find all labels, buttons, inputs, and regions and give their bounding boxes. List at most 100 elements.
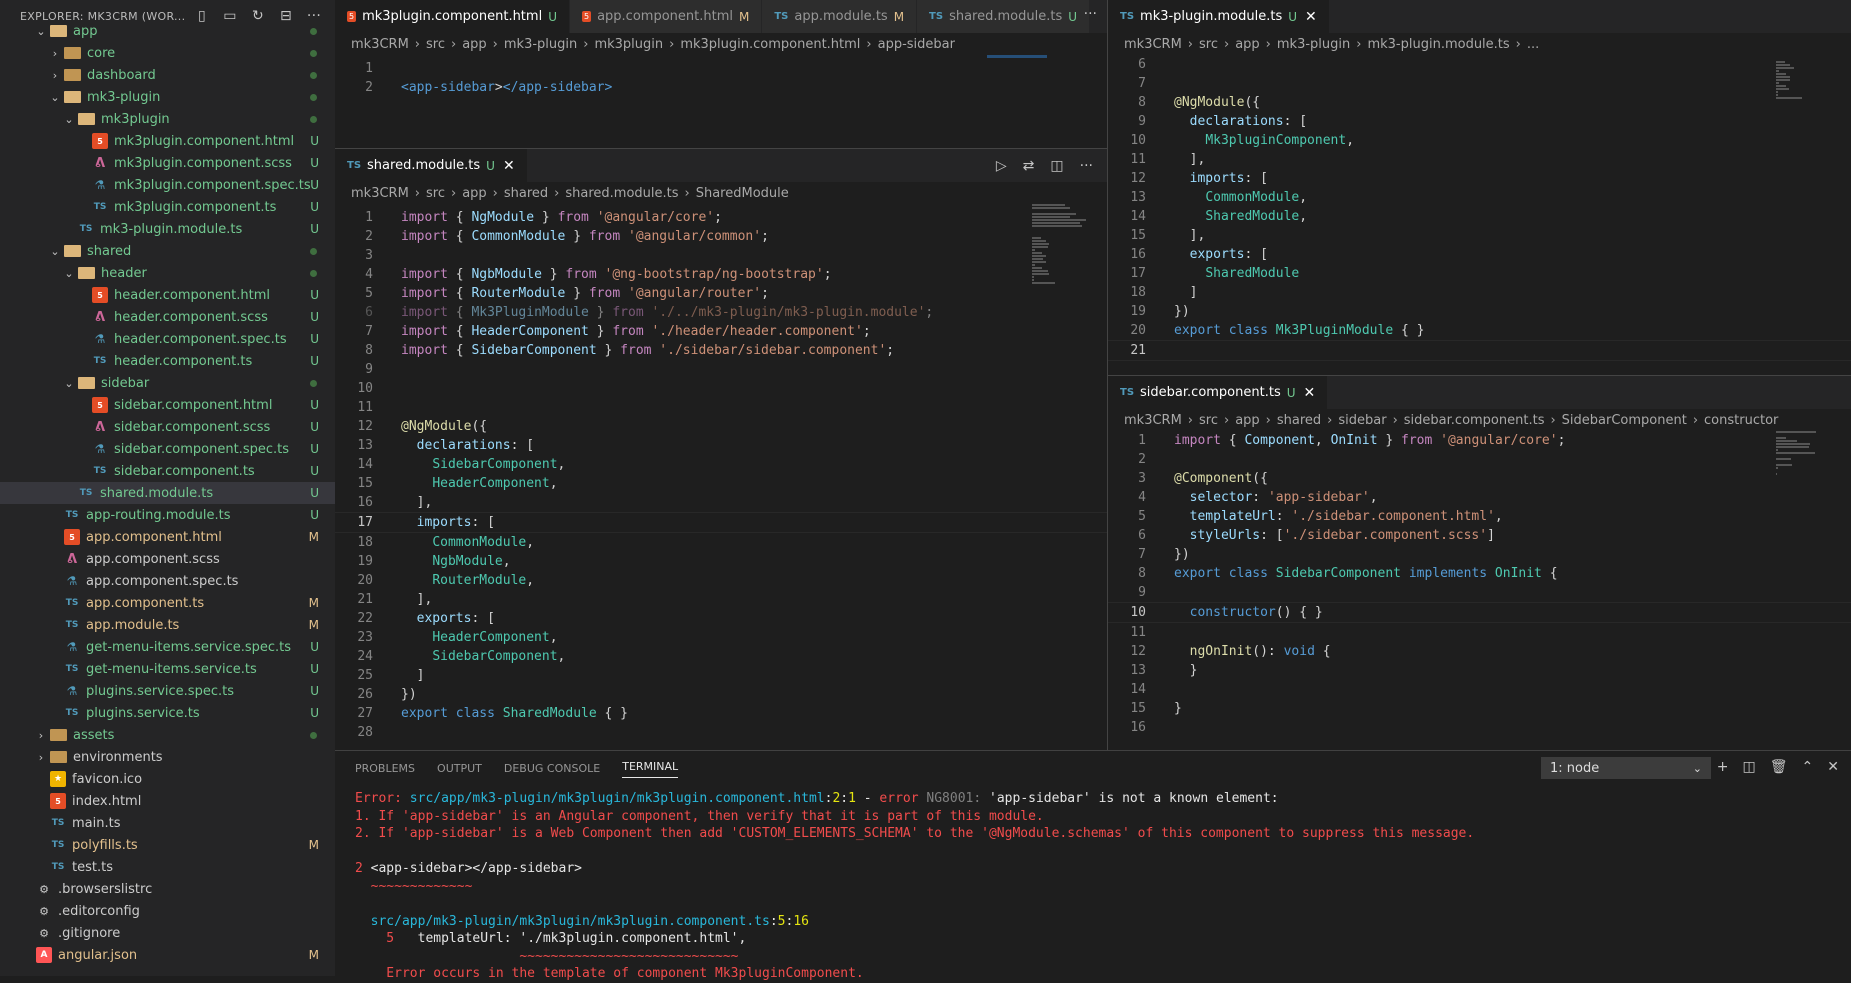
breadcrumb-item[interactable]: mk3CRM: [351, 186, 409, 201]
terminal-output[interactable]: Error: src/app/mk3-plugin/mk3plugin/mk3p…: [335, 790, 1851, 983]
run-icon[interactable]: ▷: [996, 158, 1007, 174]
minimap[interactable]: [987, 55, 1047, 58]
file-item[interactable]: TS header.component.ts U: [0, 350, 335, 372]
breadcrumb-item[interactable]: mk3CRM: [1124, 37, 1182, 52]
editor-tab[interactable]: TS shared.module.ts U: [917, 0, 1091, 33]
breadcrumb-item[interactable]: mk3CRM: [351, 37, 409, 52]
file-item[interactable]: ⚗ header.component.spec.ts U: [0, 328, 335, 350]
file-item[interactable]: TS app.component.ts M: [0, 592, 335, 614]
editor-tab[interactable]: 5 mk3plugin.component.html U: [335, 0, 570, 33]
close-panel-icon[interactable]: ✕: [1827, 759, 1839, 775]
tab-sidebar-component[interactable]: TS sidebar.component.ts U ✕: [1108, 376, 1329, 409]
file-item[interactable]: ⚙ .editorconfig: [0, 900, 335, 922]
code-area[interactable]: 1 import { Component, OnInit } from '@ang…: [1108, 431, 1851, 737]
breadcrumb-item[interactable]: app-sidebar: [878, 37, 955, 52]
file-item[interactable]: ★ favicon.ico: [0, 768, 335, 790]
folder-item[interactable]: ⌄ shared: [0, 240, 335, 262]
new-terminal-icon[interactable]: +: [1717, 759, 1729, 775]
terminal-select[interactable]: 1: node ⌄: [1541, 757, 1711, 779]
maximize-panel-icon[interactable]: ⌃: [1802, 759, 1814, 775]
panel-tab[interactable]: TERMINAL: [622, 760, 679, 778]
breadcrumb-item[interactable]: shared: [504, 186, 548, 201]
file-item[interactable]: ᕕ sidebar.component.scss U: [0, 416, 335, 438]
panel-tab[interactable]: OUTPUT: [437, 762, 482, 775]
breadcrumb-item[interactable]: mk3-plugin.module.ts: [1367, 37, 1509, 52]
folder-item[interactable]: ⌄ mk3-plugin: [0, 86, 335, 108]
breadcrumb-item[interactable]: mk3plugin.component.html: [680, 37, 860, 52]
file-item[interactable]: TS shared.module.ts U: [0, 482, 335, 504]
folder-item[interactable]: › environments: [0, 746, 335, 768]
breadcrumb-item[interactable]: shared: [1277, 413, 1321, 428]
breadcrumb-item[interactable]: src: [426, 37, 445, 52]
file-item[interactable]: 5 app.component.html M: [0, 526, 335, 548]
file-item[interactable]: Aangular.json M: [0, 944, 335, 966]
file-item[interactable]: 5 index.html: [0, 790, 335, 812]
breadcrumb-item[interactable]: shared.module.ts: [565, 186, 678, 201]
close-icon[interactable]: ✕: [1304, 385, 1316, 401]
breadcrumb-item[interactable]: SharedModule: [696, 186, 789, 201]
panel-tab[interactable]: PROBLEMS: [355, 762, 415, 775]
breadcrumb-item[interactable]: sidebar.component.ts: [1404, 413, 1545, 428]
file-item[interactable]: TS app-routing.module.ts U: [0, 504, 335, 526]
breadcrumb-item[interactable]: mk3CRM: [1124, 413, 1182, 428]
breadcrumb-item[interactable]: src: [1199, 37, 1218, 52]
close-icon[interactable]: ✕: [1305, 9, 1317, 25]
breadcrumb-item[interactable]: mk3-plugin: [1277, 37, 1350, 52]
minimap[interactable]: [1776, 431, 1836, 479]
breadcrumb-item[interactable]: ...: [1527, 37, 1539, 52]
file-item[interactable]: ⚙ .gitignore: [0, 922, 335, 944]
breadcrumb-item[interactable]: src: [1199, 413, 1218, 428]
file-item[interactable]: ⚙ .browserslistrc: [0, 878, 335, 900]
file-item[interactable]: TS plugins.service.ts U: [0, 702, 335, 724]
compare-icon[interactable]: ⇄: [1023, 158, 1035, 174]
folder-item[interactable]: › core: [0, 42, 335, 64]
editor-tab[interactable]: 5 app.component.html M: [569, 0, 763, 33]
folder-item[interactable]: › dashboard: [0, 64, 335, 86]
trash-icon[interactable]: 🗑: [1770, 759, 1788, 775]
minimap[interactable]: [1776, 55, 1836, 103]
code-area[interactable]: 6 7 8 @NgModule({9 declarations: [10 Mk3plu…: [1108, 55, 1851, 361]
breadcrumb-item[interactable]: constructor: [1704, 413, 1778, 428]
split-terminal-icon[interactable]: ◫: [1743, 759, 1756, 775]
more-tabs-icon[interactable]: ···: [1084, 6, 1097, 22]
file-item[interactable]: TS test.ts: [0, 856, 335, 878]
file-item[interactable]: ⚗ app.component.spec.ts: [0, 570, 335, 592]
file-item[interactable]: 5 mk3plugin.component.html U: [0, 130, 335, 152]
file-item[interactable]: TS sidebar.component.ts U: [0, 460, 335, 482]
file-item[interactable]: TS mk3-plugin.module.ts U: [0, 218, 335, 240]
folder-item[interactable]: ⌄ sidebar: [0, 372, 335, 394]
file-item[interactable]: TS get-menu-items.service.ts U: [0, 658, 335, 680]
more-actions-icon[interactable]: ···: [1080, 158, 1093, 174]
file-item[interactable]: ᕕ header.component.scss U: [0, 306, 335, 328]
breadcrumb-item[interactable]: sidebar: [1338, 413, 1386, 428]
file-item[interactable]: ᕕ app.component.scss: [0, 548, 335, 570]
breadcrumb-item[interactable]: app: [1235, 413, 1259, 428]
editor-tab[interactable]: TS app.module.ts M: [762, 0, 918, 33]
breadcrumb-item[interactable]: src: [426, 186, 445, 201]
split-editor-icon[interactable]: ◫: [1050, 158, 1063, 174]
folder-item[interactable]: ⌄ app: [0, 20, 335, 42]
file-item[interactable]: ⚗ mk3plugin.component.spec.ts U: [0, 174, 335, 196]
breadcrumb-item[interactable]: mk3plugin: [594, 37, 663, 52]
file-item[interactable]: ⚗ get-menu-items.service.spec.ts U: [0, 636, 335, 658]
file-item[interactable]: TS app.module.ts M: [0, 614, 335, 636]
close-icon[interactable]: ✕: [503, 158, 515, 174]
panel-tab[interactable]: DEBUG CONSOLE: [504, 762, 600, 775]
file-item[interactable]: 5 header.component.html U: [0, 284, 335, 306]
file-item[interactable]: ⚗ sidebar.component.spec.ts U: [0, 438, 335, 460]
breadcrumb-item[interactable]: SidebarComponent: [1562, 413, 1687, 428]
code-area[interactable]: 1 2 <app-sidebar></app-sidebar>: [335, 59, 1107, 97]
folder-item[interactable]: › assets: [0, 724, 335, 746]
file-item[interactable]: TS mk3plugin.component.ts U: [0, 196, 335, 218]
file-item[interactable]: TS main.ts: [0, 812, 335, 834]
minimap[interactable]: [1032, 204, 1092, 288]
file-item[interactable]: ᕕ mk3plugin.component.scss U: [0, 152, 335, 174]
breadcrumb-item[interactable]: app: [462, 37, 486, 52]
file-item[interactable]: 5 sidebar.component.html U: [0, 394, 335, 416]
tab-mk3-plugin-module[interactable]: TS mk3-plugin.module.ts U ✕: [1108, 0, 1330, 33]
file-item[interactable]: ⚗ plugins.service.spec.ts U: [0, 680, 335, 702]
breadcrumb-item[interactable]: app: [462, 186, 486, 201]
file-item[interactable]: TS polyfills.ts M: [0, 834, 335, 856]
tab-shared-module[interactable]: TS shared.module.ts U ✕: [335, 149, 528, 182]
folder-item[interactable]: ⌄ header: [0, 262, 335, 284]
